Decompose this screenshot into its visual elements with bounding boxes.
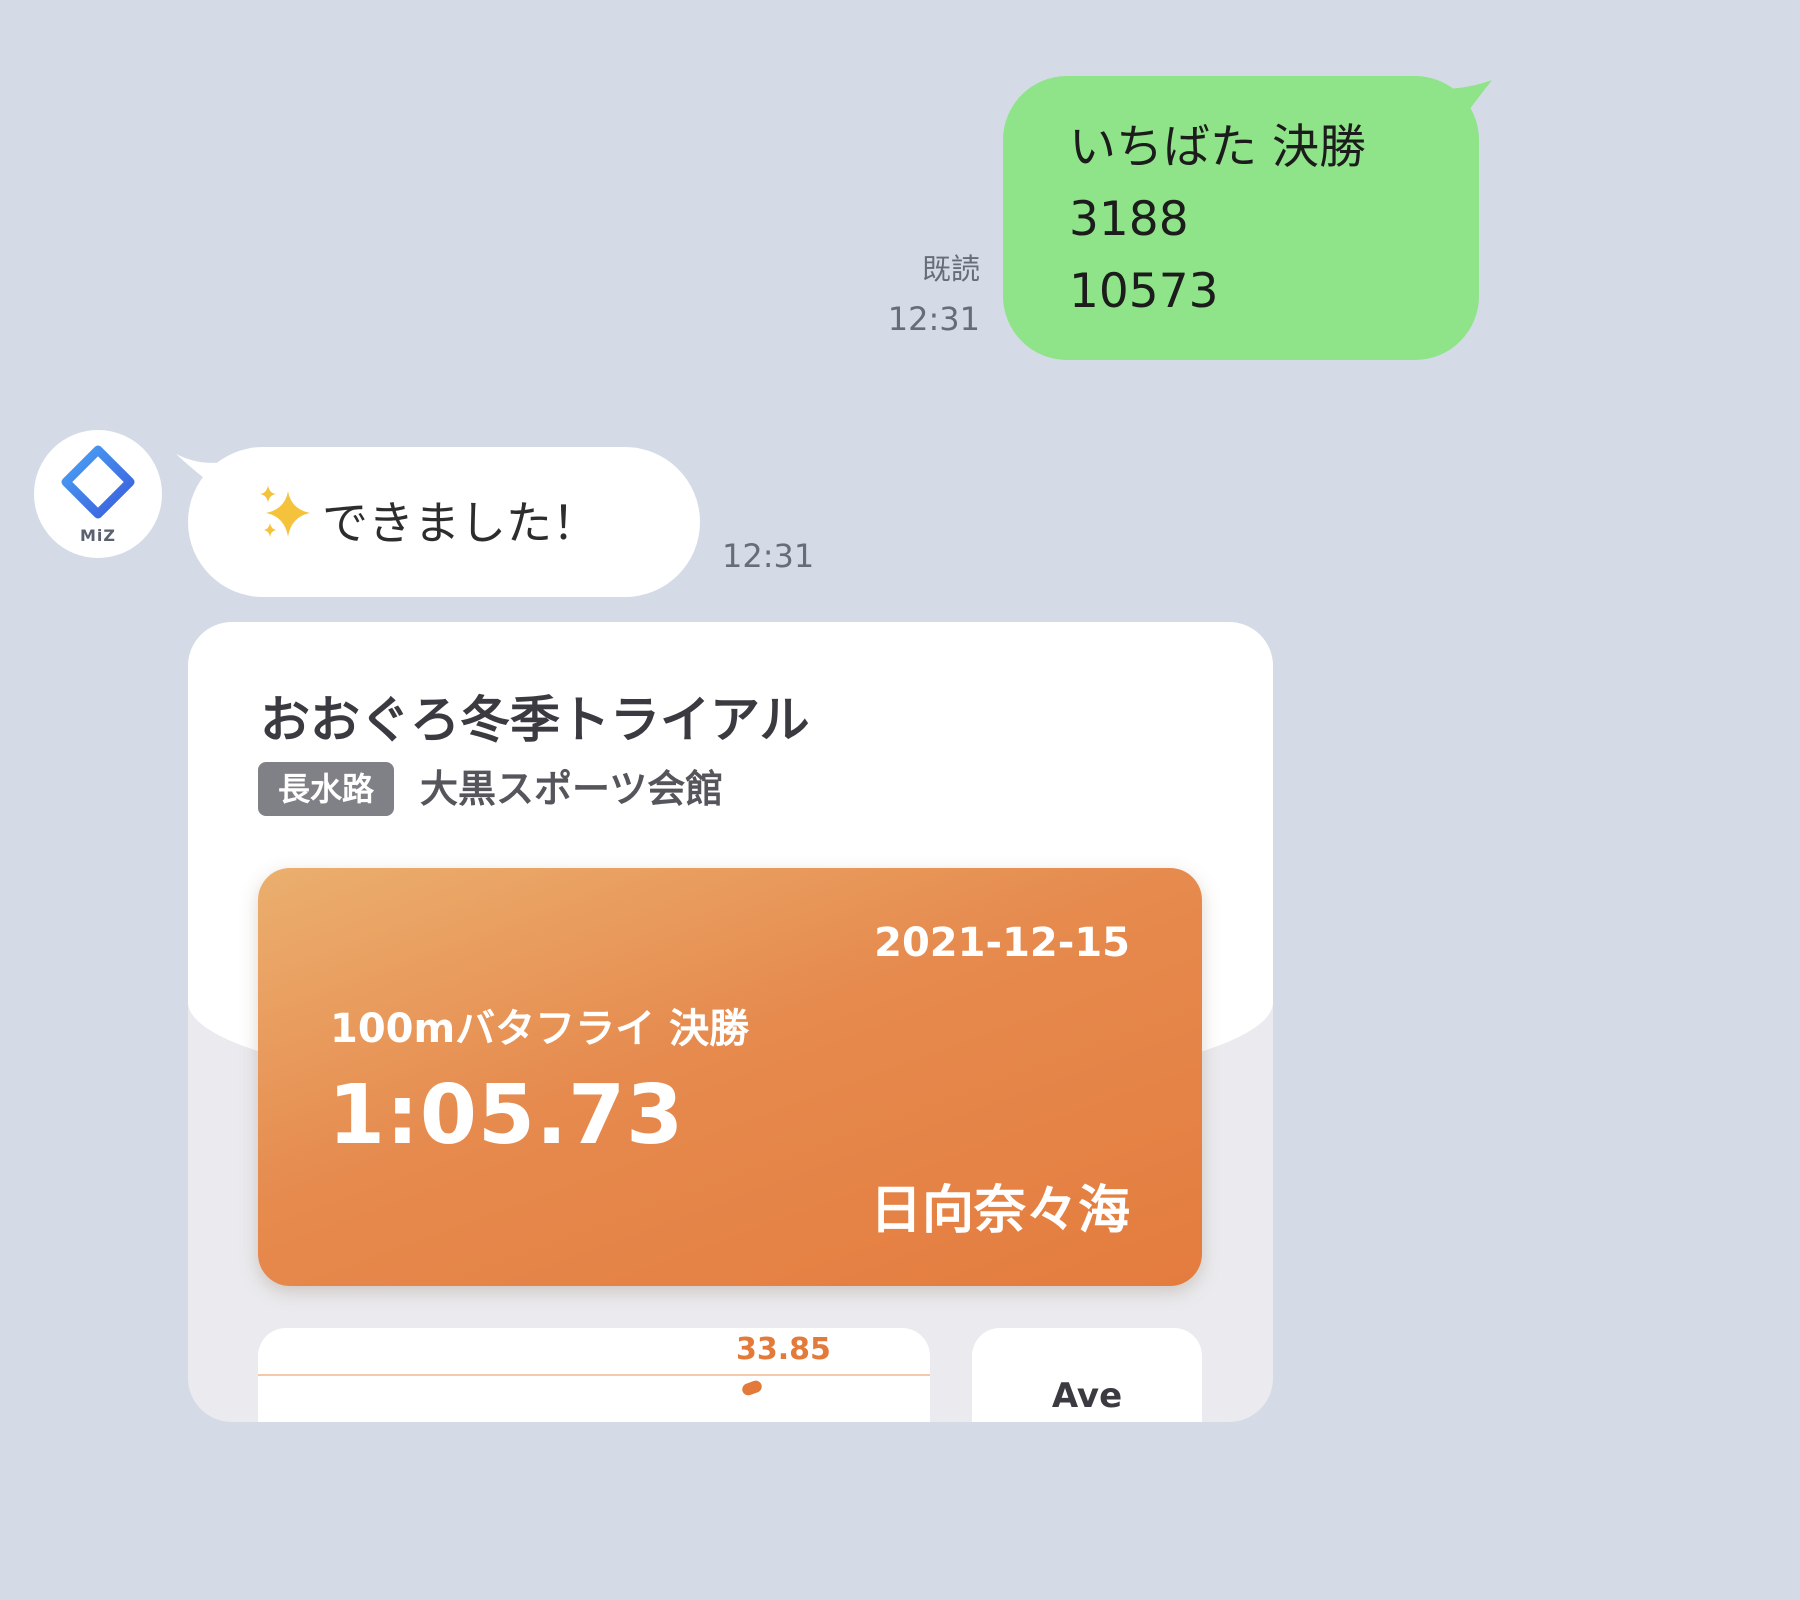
read-receipt: 既読 [921, 252, 980, 286]
result-card[interactable]: おおぐろ冬季トライアル 長水路 大黒スポーツ会館 2021-12-15 100m… [188, 622, 1273, 1422]
incoming-message-bubble[interactable]: できました！ [188, 447, 700, 597]
outgoing-message-bubble[interactable]: いちばた 決勝 3188 10573 [1003, 76, 1479, 360]
result-date: 2021-12-15 [874, 920, 1130, 966]
average-label: Ave [1051, 1376, 1123, 1416]
outgoing-timestamp: 12:31 [887, 300, 980, 338]
outgoing-message-line: 10573 [1069, 264, 1219, 319]
incoming-message-text: できました！ [322, 496, 598, 550]
avatar[interactable]: MiZ [34, 430, 162, 558]
result-event: 100mバタフライ 決勝 [330, 1006, 750, 1052]
swimmer-name: 日向奈々海 [869, 1181, 1130, 1241]
meet-title: おおぐろ冬季トライアル [260, 691, 810, 749]
split-divider [258, 1374, 930, 1376]
outgoing-message-line: いちばた 決勝 [1069, 120, 1366, 175]
diamond-logo-icon [61, 445, 135, 519]
incoming-timestamp: 12:31 [722, 537, 815, 575]
venue-name: 大黒スポーツ会館 [420, 767, 724, 811]
split-chart-card: 33.85 [258, 1328, 930, 1422]
course-tag: 長水路 [258, 762, 395, 816]
sparkles-icon [260, 485, 310, 537]
result-time: 1:05.73 [328, 1068, 685, 1163]
result-panel: 2021-12-15 100mバタフライ 決勝 1:05.73 日向奈々海 [258, 868, 1202, 1286]
split-value: 33.85 [736, 1332, 831, 1367]
outgoing-message-line: 3188 [1069, 192, 1189, 247]
average-card: Ave [972, 1328, 1202, 1422]
avatar-label: MiZ [79, 526, 116, 545]
split-marker [740, 1378, 764, 1398]
